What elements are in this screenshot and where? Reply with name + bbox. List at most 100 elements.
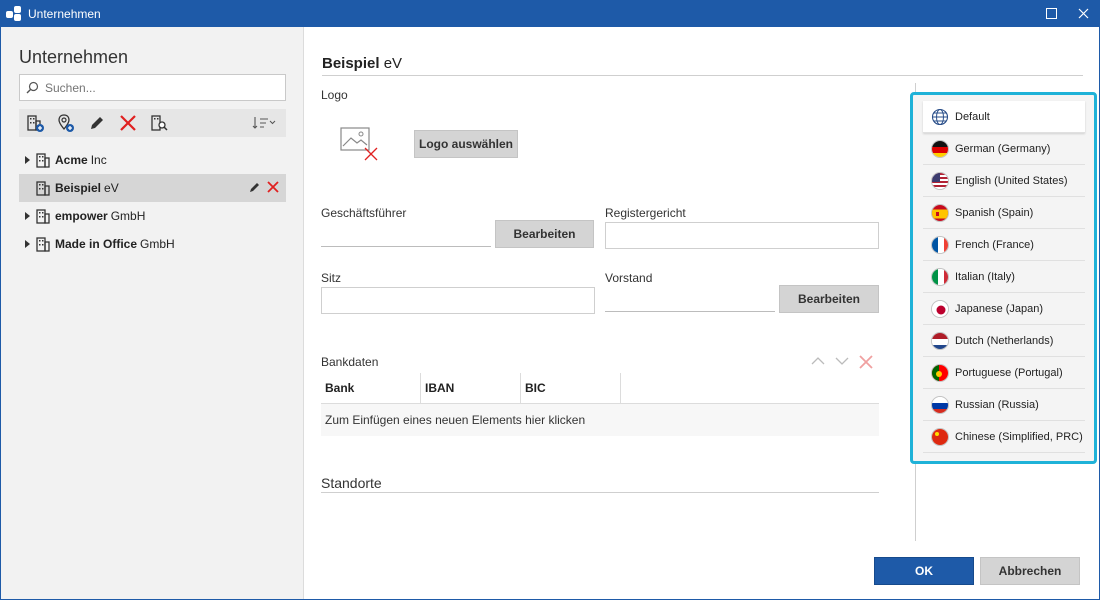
add-company-icon[interactable]: [24, 112, 46, 134]
board-label: Vorstand: [605, 271, 653, 285]
window-title: Unternehmen: [28, 6, 101, 21]
new-row-placeholder[interactable]: Zum Einfügen eines neuen Elements hier k…: [321, 404, 879, 436]
row-actions: [248, 180, 280, 194]
search-company-icon[interactable]: [148, 112, 170, 134]
sort-icon[interactable]: [250, 112, 278, 134]
edit-icon[interactable]: [86, 112, 108, 134]
flag-nl-icon: [931, 331, 949, 350]
detail-title: Beispiel eV: [322, 55, 402, 72]
language-label: Russian (Russia): [955, 398, 1039, 411]
row-delete-icon[interactable]: [266, 180, 280, 194]
flag-it-icon: [931, 267, 949, 286]
register-court-label: Registergericht: [605, 206, 686, 220]
register-court-input[interactable]: [605, 222, 879, 249]
sidebar-toolbar: [19, 109, 286, 137]
row-edit-icon[interactable]: [248, 180, 262, 194]
language-default[interactable]: Default: [923, 101, 1085, 133]
language-label: Portuguese (Portugal): [955, 366, 1063, 379]
company-name: Acme: [55, 153, 88, 167]
language-label: Chinese (Simplified, PRC): [955, 430, 1083, 443]
flag-cn-icon: [931, 427, 949, 446]
detail-title-bold: Beispiel: [322, 55, 380, 72]
column-bic[interactable]: BIC: [521, 373, 621, 403]
delete-icon[interactable]: [117, 112, 139, 134]
detail-title-rest: eV: [383, 55, 403, 72]
locations-label: Standorte: [321, 475, 382, 491]
language-label: English (United States): [955, 174, 1068, 187]
sidebar-heading: Unternehmen: [19, 47, 129, 67]
board-field[interactable]: [605, 286, 775, 312]
tree-item-beispiel[interactable]: Beispiel eV: [19, 174, 286, 202]
locations-divider: [321, 492, 879, 493]
cancel-button[interactable]: Abbrechen: [980, 557, 1080, 585]
title-divider: [322, 75, 1083, 76]
language-panel: Default German (Germany) English (United…: [910, 92, 1097, 464]
language-label: Italian (Italy): [955, 270, 1015, 283]
language-portuguese[interactable]: Portuguese (Portugal): [923, 357, 1085, 389]
bank-label: Bankdaten: [321, 355, 379, 369]
table-header: Bank IBAN BIC: [321, 373, 879, 404]
seat-input[interactable]: [321, 287, 595, 314]
edit-board-button[interactable]: Bearbeiten: [779, 285, 879, 313]
company-suffix: GmbH: [140, 237, 175, 251]
flag-ru-icon: [931, 395, 949, 414]
flag-jp-icon: [931, 299, 949, 318]
company-suffix: eV: [104, 181, 119, 195]
tree-item-made-in-office[interactable]: Made in Office GmbH: [19, 230, 286, 258]
language-italian[interactable]: Italian (Italy): [923, 261, 1085, 293]
flag-es-icon: [931, 203, 949, 222]
managing-director-field[interactable]: [321, 221, 491, 247]
language-spanish[interactable]: Spanish (Spain): [923, 197, 1085, 229]
expand-arrow-icon[interactable]: [19, 146, 35, 174]
tree-item-acme[interactable]: Acme Inc: [19, 146, 286, 174]
flag-pt-icon: [931, 363, 949, 382]
building-icon: [36, 153, 50, 168]
building-icon: [36, 237, 50, 252]
column-iban[interactable]: IBAN: [421, 373, 521, 403]
column-bank[interactable]: Bank: [321, 373, 421, 403]
building-icon: [36, 209, 50, 224]
language-english-us[interactable]: English (United States): [923, 165, 1085, 197]
close-icon[interactable]: [1068, 0, 1098, 27]
ok-button[interactable]: OK: [874, 557, 974, 585]
globe-icon: [931, 108, 949, 125]
language-label: French (France): [955, 238, 1034, 251]
language-label: Japanese (Japan): [955, 302, 1044, 315]
expand-arrow-icon[interactable]: [19, 202, 35, 230]
language-chinese[interactable]: Chinese (Simplified, PRC): [923, 421, 1085, 453]
choose-logo-button[interactable]: Logo auswählen: [414, 130, 518, 158]
company-sidebar: Unternehmen Acme Inc: [1, 27, 304, 599]
company-name: empower: [55, 209, 108, 223]
company-suffix: Inc: [90, 153, 107, 167]
company-detail: Beispiel eV Logo Logo auswählen Geschäft…: [305, 27, 1083, 542]
maximize-icon[interactable]: [1036, 0, 1066, 27]
language-german[interactable]: German (Germany): [923, 133, 1085, 165]
app-icon: [6, 5, 22, 22]
search-input[interactable]: [45, 80, 275, 95]
seat-label: Sitz: [321, 271, 342, 285]
company-name: Beispiel: [55, 181, 102, 195]
title-bar: Unternehmen: [0, 0, 1100, 27]
expand-arrow-icon[interactable]: [19, 230, 35, 258]
bank-row-controls: [811, 355, 873, 369]
no-image-icon: [340, 127, 378, 161]
edit-managing-director-button[interactable]: Bearbeiten: [495, 220, 594, 248]
search-icon: [26, 81, 39, 94]
language-french[interactable]: French (France): [923, 229, 1085, 261]
tree-item-empower[interactable]: empower GmbH: [19, 202, 286, 230]
flag-us-icon: [931, 171, 949, 190]
language-label: Default: [955, 110, 990, 123]
language-label: Spanish (Spain): [955, 206, 1034, 219]
company-name: Made in Office: [55, 237, 138, 251]
language-dutch[interactable]: Dutch (Netherlands): [923, 325, 1085, 357]
bank-table: Bank IBAN BIC Zum Einfügen eines neuen E…: [321, 373, 879, 437]
building-icon: [36, 181, 50, 196]
company-tree: Acme Inc Beispiel eV empower GmbH Made i…: [19, 146, 286, 258]
managing-director-label: Geschäftsführer: [321, 206, 407, 220]
add-location-icon[interactable]: [55, 112, 77, 134]
language-japanese[interactable]: Japanese (Japan): [923, 293, 1085, 325]
company-suffix: GmbH: [110, 209, 146, 223]
search-box[interactable]: [19, 74, 286, 101]
language-russian[interactable]: Russian (Russia): [923, 389, 1085, 421]
language-label: Dutch (Netherlands): [955, 334, 1054, 347]
